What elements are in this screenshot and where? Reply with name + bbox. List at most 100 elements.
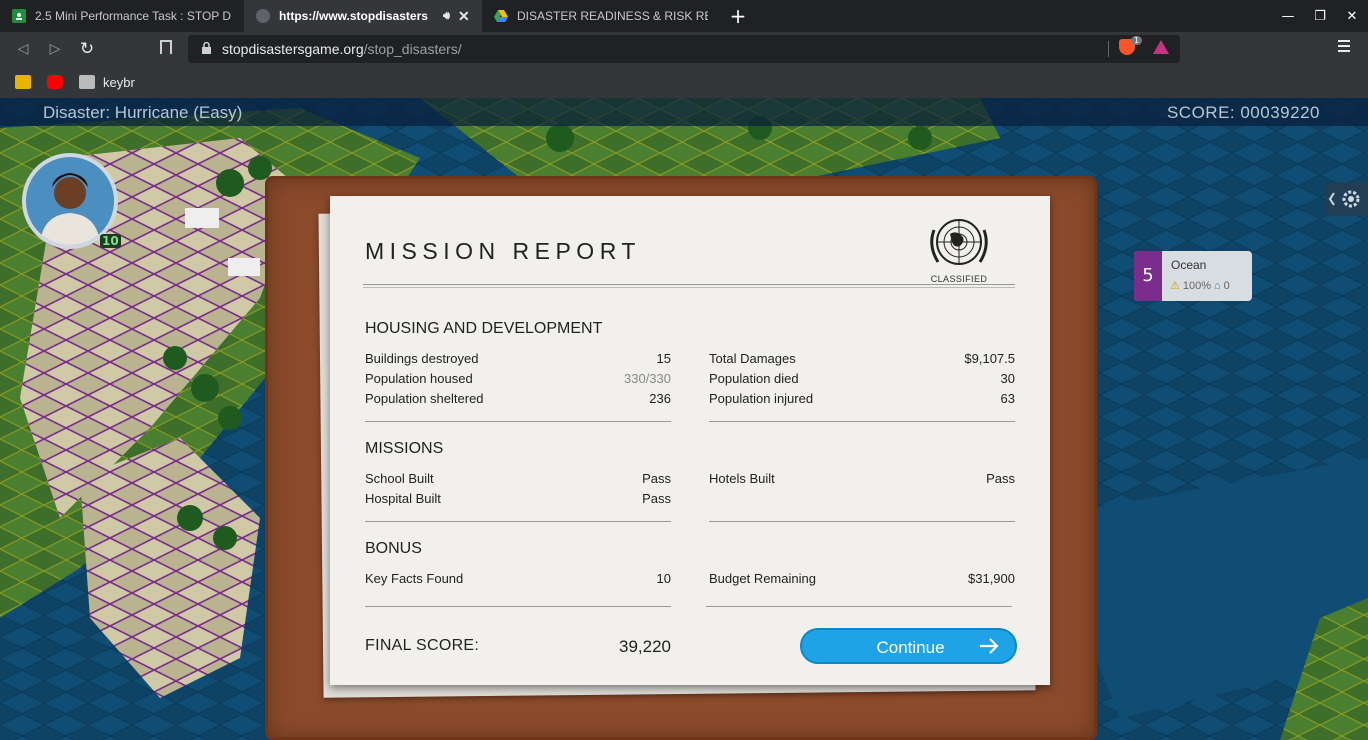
menu-icon[interactable] — [1338, 40, 1350, 55]
score-label: SCORE: 00039220 — [1166, 103, 1320, 122]
housing-heading: HOUSING AND DEVELOPMENT — [365, 320, 603, 337]
stat-row: Key Facts Found 10 — [365, 571, 671, 589]
url-host: stopdisastersgame.org — [222, 41, 364, 57]
tab-title: 2.5 Mini Performance Task : STOP D — [35, 9, 232, 23]
stat-label: Key Facts Found — [365, 571, 464, 586]
stat-row: Population injured 63 — [709, 391, 1015, 409]
tab-drive[interactable]: DISASTER READINESS & RISK REDU — [482, 0, 718, 32]
un-emblem-icon — [930, 219, 988, 265]
stat-value: $31,900 — [968, 571, 1015, 586]
section-divider — [706, 606, 1012, 607]
stat-value: Pass — [986, 471, 1015, 486]
bookmarks-bar: keybr — [0, 66, 1368, 98]
address-bar[interactable]: stopdisastersgame.org/stop_disasters/ — [188, 35, 1180, 63]
stat-value: 30 — [1000, 371, 1015, 386]
stat-label: Population injured — [709, 391, 814, 406]
advisor-badge: 10 — [100, 234, 121, 248]
final-score-label: FINAL SCORE: — [365, 637, 480, 654]
report-title: MISSION REPORT — [365, 238, 641, 264]
bookmark-keybr[interactable]: keybr — [79, 74, 135, 90]
tile-type: Ocean — [1171, 258, 1207, 272]
section-divider — [709, 521, 1015, 522]
bookmark-classroom[interactable] — [15, 74, 39, 90]
lock-icon — [202, 42, 211, 54]
bookmark-label: keybr — [103, 74, 135, 90]
stat-label: School Built — [365, 471, 434, 486]
tile-percent: 100% — [1182, 279, 1212, 292]
stat-row: Population died 30 — [709, 371, 1015, 389]
bookmark-icon[interactable] — [160, 40, 172, 54]
stat-value: Pass — [642, 471, 671, 486]
stat-row: Population housed 330/330 — [365, 371, 671, 389]
arrow-right-icon — [980, 638, 999, 654]
tile-level: 5 — [1134, 251, 1162, 301]
new-tab-button[interactable]: + — [728, 4, 748, 28]
stat-label: Hospital Built — [365, 491, 441, 506]
stat-value: $9,107.5 — [964, 351, 1015, 366]
stat-value: 236 — [649, 391, 671, 406]
stat-label: Population housed — [365, 371, 473, 386]
stat-label: Hotels Built — [709, 471, 775, 486]
tab-classroom[interactable]: 2.5 Mini Performance Task : STOP D — [0, 0, 244, 32]
stat-label: Population sheltered — [365, 391, 484, 406]
mission-report: MISSION REPORT HOUSING AND DEVELOPMENT B… — [330, 196, 1050, 685]
globe-icon — [256, 9, 270, 23]
section-divider — [709, 421, 1015, 422]
minimize-button[interactable]: — — [1272, 9, 1304, 24]
tab-title: https://www.stopdisasters — [279, 9, 428, 23]
stat-value: 10 — [656, 571, 671, 586]
tab-title: DISASTER READINESS & RISK REDU — [517, 9, 708, 23]
maximize-button[interactable]: ❐ — [1304, 9, 1336, 24]
stat-row: Total Damages $9,107.5 — [709, 351, 1015, 369]
bookmark-youtube[interactable] — [47, 74, 71, 90]
stat-value: 15 — [656, 351, 671, 366]
stat-label: Population died — [709, 371, 799, 386]
keybr-icon — [79, 75, 95, 89]
tile-count: 0 — [1223, 279, 1230, 292]
drive-icon — [494, 9, 508, 23]
section-divider — [365, 421, 671, 422]
back-button[interactable]: ◁ — [12, 38, 34, 60]
bonus-heading: BONUS — [365, 540, 422, 557]
tab-stopdisasters[interactable]: https://www.stopdisasters 🔊︎ ✕ — [244, 0, 482, 32]
stat-value: Pass — [642, 491, 671, 506]
stat-row: Population sheltered 236 — [365, 391, 671, 409]
header-rule — [363, 284, 1015, 288]
stat-label: Budget Remaining — [709, 571, 816, 586]
classified-stamp: CLASSIFIED — [930, 274, 988, 284]
warning-icon: ⚠ — [1170, 280, 1180, 292]
stat-label: Buildings destroyed — [365, 351, 479, 366]
brave-rewards-icon[interactable] — [1153, 40, 1169, 54]
close-window-button[interactable]: ✕ — [1336, 9, 1368, 24]
stat-value: 63 — [1000, 391, 1015, 406]
close-tab-icon[interactable]: ✕ — [458, 8, 470, 25]
settings-panel-toggle[interactable] — [1326, 182, 1368, 216]
stat-row: School Built Pass — [365, 471, 671, 489]
tile-info-card[interactable]: 5 Ocean ⚠ 100% ⌂ 0 — [1134, 251, 1252, 301]
hud-bar: Disaster: Hurricane (Easy) SCORE: 000392… — [0, 98, 1368, 126]
reload-button[interactable]: ↻ — [76, 38, 98, 60]
tile-stats: ⚠ 100% ⌂ 0 — [1170, 279, 1230, 293]
section-divider — [365, 521, 671, 522]
brave-shields-count: 1 — [1131, 36, 1143, 45]
url-text[interactable]: stopdisastersgame.org/stop_disasters/ — [222, 41, 462, 57]
youtube-icon — [47, 75, 63, 89]
continue-button[interactable]: Continue — [800, 628, 1017, 664]
stat-row: Hospital Built Pass — [365, 491, 671, 509]
stat-row: Budget Remaining $31,900 — [709, 571, 1015, 589]
game-canvas[interactable]: Disaster: Hurricane (Easy) SCORE: 000392… — [0, 98, 1368, 740]
stat-row: Hotels Built Pass — [709, 471, 1015, 489]
forward-button[interactable]: ▷ — [44, 38, 66, 60]
classroom-icon — [15, 75, 31, 89]
stat-row: Buildings destroyed 15 — [365, 351, 671, 369]
classroom-icon — [12, 9, 26, 23]
section-divider — [365, 606, 671, 607]
window-controls: — ❐ ✕ — [1272, 0, 1368, 32]
speaker-icon[interactable]: 🔊︎ — [443, 10, 450, 23]
house-icon: ⌂ — [1214, 279, 1221, 292]
final-score-value: 39,220 — [619, 637, 671, 656]
tab-strip: 2.5 Mini Performance Task : STOP D https… — [0, 0, 1368, 32]
omnibox-divider — [1108, 41, 1109, 57]
disaster-label: Disaster: Hurricane (Easy) — [43, 103, 243, 122]
url-path: /stop_disasters/ — [363, 41, 462, 57]
